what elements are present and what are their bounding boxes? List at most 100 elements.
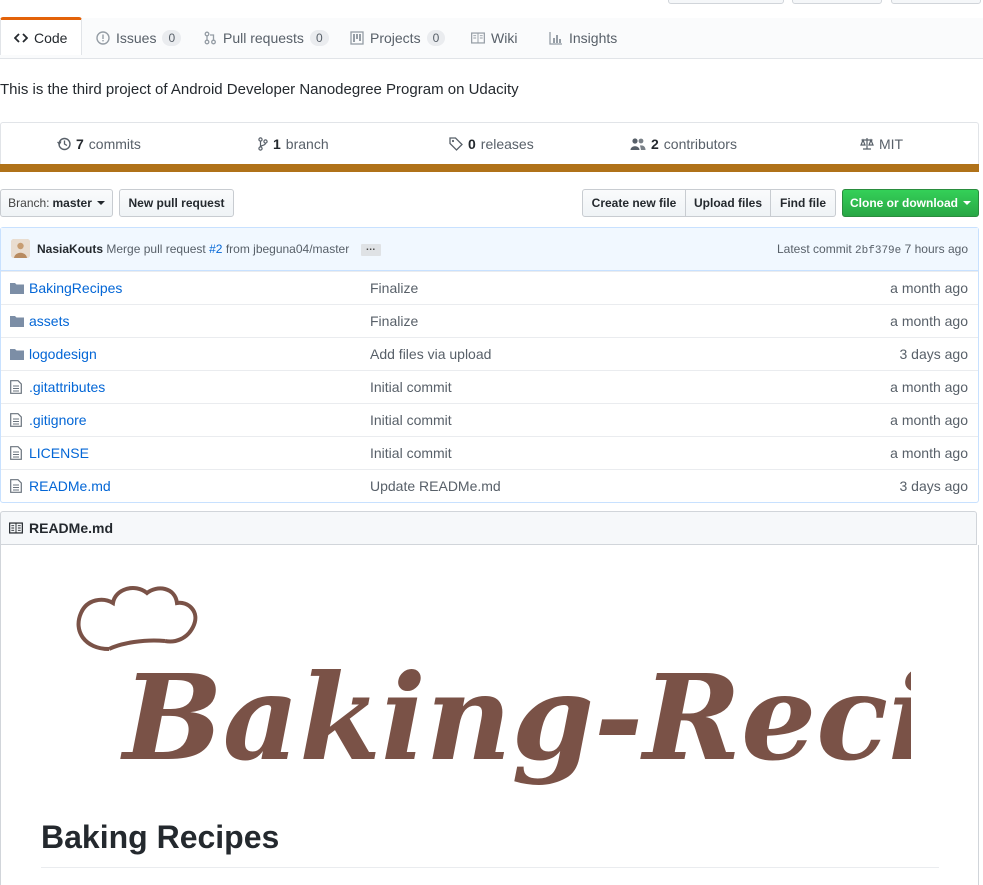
file-row: .gitattributes Initial commit a month ag… (1, 370, 978, 403)
upload-files-button[interactable]: Upload files (686, 189, 771, 217)
file-commit-message[interactable]: Finalize (370, 280, 418, 296)
project-icon (350, 31, 364, 45)
file-icon (10, 446, 22, 463)
file-commit-message[interactable]: Initial commit (370, 379, 452, 395)
license-link[interactable]: MIT (860, 123, 903, 165)
readme-header: READMe.md (0, 511, 977, 545)
commits-count: 7 (76, 136, 84, 152)
watch-button-stub[interactable] (668, 0, 784, 4)
tab-insights[interactable]: Insights (549, 18, 617, 58)
history-icon (57, 137, 71, 151)
file-row: LICENSE Initial commit a month ago (1, 436, 978, 469)
file-name[interactable]: READMe.md (29, 478, 111, 494)
issue-icon (96, 31, 110, 45)
baking-recipes-logo: Baking-Recipes (76, 586, 911, 787)
contributors-link[interactable]: 2 contributors (630, 123, 737, 165)
contributors-label: contributors (663, 136, 737, 152)
latest-commit-bar: NasiaKouts Merge pull request #2 from jb… (1, 228, 978, 271)
releases-link[interactable]: 0 releases (449, 123, 534, 165)
logo-text: Baking-Recipes (120, 648, 911, 787)
file-commit-message[interactable]: Add files via upload (370, 346, 491, 362)
repo-summary-bar: 7 commits 1 branch 0 releases 2 contribu… (0, 122, 979, 165)
branch-select-button[interactable]: Branch: master (0, 189, 113, 217)
file-name[interactable]: .gitignore (29, 412, 87, 428)
tab-pull-requests[interactable]: Pull requests 0 (203, 18, 329, 58)
file-row: .gitignore Initial commit a month ago (1, 403, 978, 436)
releases-label: releases (480, 136, 534, 152)
caret-down-icon (963, 201, 971, 205)
tab-pull-requests-label: Pull requests (223, 30, 304, 46)
clone-or-download-label: Clone or download (850, 196, 958, 210)
file-name[interactable]: .gitattributes (29, 379, 105, 395)
chef-hat-icon (76, 586, 198, 651)
file-age: 3 days ago (899, 346, 969, 362)
file-commit-message[interactable]: Initial commit (370, 412, 452, 428)
clone-or-download-button[interactable]: Clone or download (842, 189, 979, 217)
folder-icon (10, 347, 24, 363)
fork-button-stub[interactable] (891, 0, 981, 4)
commit-message-prefix[interactable]: Merge pull request (106, 242, 205, 256)
file-row: READMe.md Update READMe.md 3 days ago (1, 469, 978, 502)
tab-wiki[interactable]: Wiki (471, 18, 517, 58)
commit-author[interactable]: NasiaKouts (37, 242, 103, 256)
file-row: logodesign Add files via upload 3 days a… (1, 337, 978, 370)
file-age: a month ago (890, 313, 968, 329)
repo-tab-bar: Code Issues 0 Pull requests 0 Projects 0… (0, 17, 983, 59)
file-commit-message[interactable]: Update READMe.md (370, 478, 501, 494)
tab-code-label: Code (34, 29, 68, 46)
avatar[interactable] (11, 239, 30, 258)
commit-sha[interactable]: 2bf379e (855, 245, 901, 257)
file-name[interactable]: BakingRecipes (29, 280, 122, 296)
tab-code[interactable]: Code (0, 17, 83, 55)
tab-projects-label: Projects (370, 30, 421, 46)
file-age: 3 days ago (899, 478, 969, 494)
file-commit-message[interactable]: Initial commit (370, 445, 452, 461)
commits-link[interactable]: 7 commits (57, 123, 141, 165)
branch-icon (258, 137, 268, 151)
commits-label: commits (88, 136, 141, 152)
create-new-file-button[interactable]: Create new file (582, 189, 686, 217)
file-name[interactable]: assets (29, 313, 69, 329)
law-icon (860, 137, 874, 151)
readme-body: Baking-Recipes Baking Recipes (0, 545, 979, 885)
book-icon (9, 521, 23, 535)
file-commit-message[interactable]: Finalize (370, 313, 418, 329)
heading-divider (41, 867, 939, 868)
star-button-stub[interactable] (792, 0, 882, 4)
new-pull-request-button[interactable]: New pull request (119, 189, 234, 217)
pull-request-link[interactable]: #2 (209, 242, 222, 256)
repo-description: This is the third project of Android Dev… (0, 81, 519, 98)
file-table: NasiaKouts Merge pull request #2 from jb… (0, 227, 979, 503)
people-icon (630, 137, 646, 151)
tag-icon (449, 137, 463, 151)
branches-link[interactable]: 1 branch (258, 123, 329, 165)
expand-commit-button[interactable]: … (360, 242, 381, 256)
contributors-count: 2 (651, 136, 659, 152)
license-label: MIT (879, 136, 904, 152)
language-bar (0, 164, 979, 172)
file-age: a month ago (890, 412, 968, 428)
tab-wiki-label: Wiki (491, 30, 518, 46)
projects-counter: 0 (426, 30, 446, 46)
branch-prefix: Branch: (8, 196, 50, 210)
tab-issues[interactable]: Issues 0 (96, 18, 182, 58)
file-row: assets Finalize a month ago (1, 304, 978, 337)
commit-message: NasiaKouts Merge pull request #2 from jb… (37, 242, 381, 256)
find-file-button[interactable]: Find file (771, 189, 836, 217)
file-icon (10, 413, 22, 430)
graph-icon (549, 31, 563, 45)
branch-name: master (52, 196, 92, 210)
file-name[interactable]: logodesign (29, 346, 97, 362)
pull-request-icon (203, 31, 217, 45)
tab-projects[interactable]: Projects 0 (350, 18, 446, 58)
branches-label: branch (285, 136, 329, 152)
tab-insights-label: Insights (569, 30, 618, 46)
commit-message-suffix[interactable]: from jbeguna04/master (226, 242, 349, 256)
code-icon (14, 31, 28, 45)
issues-counter: 0 (162, 30, 182, 46)
tab-issues-label: Issues (116, 30, 157, 46)
folder-icon (10, 281, 24, 297)
file-name[interactable]: LICENSE (29, 445, 89, 461)
folder-icon (10, 314, 24, 330)
book-icon (471, 31, 485, 45)
